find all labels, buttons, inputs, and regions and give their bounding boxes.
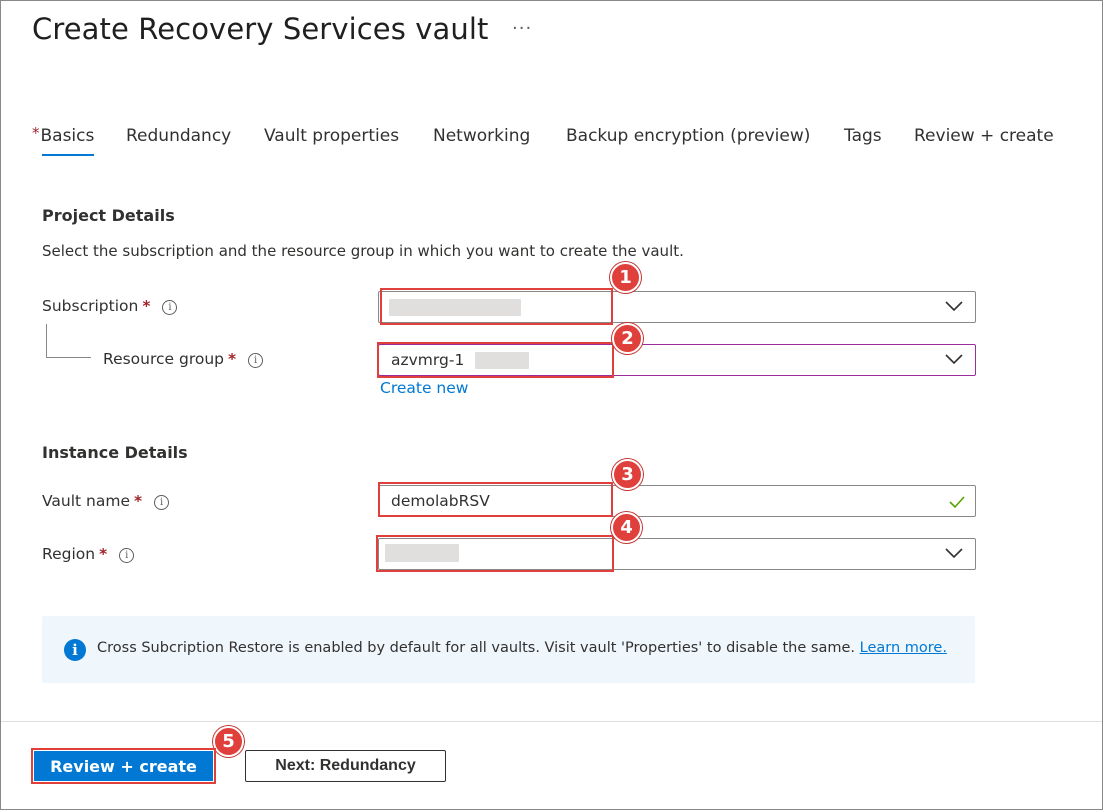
highlight-box-resource-group [377, 342, 614, 378]
step-badge-3: 3 [612, 459, 643, 490]
footer-divider [1, 721, 1102, 722]
info-icon[interactable]: i [119, 548, 135, 563]
subscription-label: Subscription * i [42, 297, 178, 316]
project-details-description: Select the subscription and the resource… [42, 242, 684, 260]
page-title: Create Recovery Services vault [32, 12, 489, 46]
info-icon[interactable]: i [162, 300, 178, 315]
info-icon[interactable]: i [248, 353, 264, 368]
chevron-down-icon [945, 301, 963, 312]
required-star: * [134, 492, 143, 510]
highlight-box-vault-name [378, 482, 613, 517]
step-badge-4: 4 [611, 512, 642, 543]
tab-review-create[interactable]: Review + create [914, 126, 1054, 146]
highlight-box-region [376, 535, 614, 572]
required-star: * [142, 297, 151, 315]
create-new-link[interactable]: Create new [380, 379, 468, 397]
info-banner-message: Cross Subcription Restore is enabled by … [97, 640, 947, 656]
project-details-heading: Project Details [42, 206, 175, 225]
tab-basics-label: Basics [40, 126, 95, 146]
chevron-down-icon [945, 354, 963, 365]
tab-vault-properties[interactable]: Vault properties [264, 126, 399, 146]
tree-connector-vertical [46, 324, 47, 358]
step-badge-5: 5 [213, 726, 244, 757]
info-circle-icon: i [64, 639, 86, 661]
active-tab-indicator [42, 154, 95, 156]
region-label-text: Region [42, 545, 96, 563]
required-star: * [99, 545, 108, 563]
step-badge-1: 1 [610, 262, 641, 293]
highlight-box-review-create [31, 748, 216, 784]
checkmark-icon [949, 496, 965, 509]
learn-more-link[interactable]: Learn more. [860, 640, 947, 656]
tab-networking[interactable]: Networking [433, 126, 530, 146]
vault-name-label: Vault name * i [42, 492, 170, 511]
more-options-icon[interactable]: ··· [512, 18, 532, 39]
required-marker: * [32, 124, 40, 142]
instance-details-heading: Instance Details [42, 443, 188, 462]
info-banner: i Cross Subcription Restore is enabled b… [42, 616, 975, 683]
resource-group-label: Resource group * i [103, 350, 264, 369]
step-badge-2: 2 [612, 323, 643, 354]
vault-name-label-text: Vault name [42, 492, 130, 510]
info-icon[interactable]: i [154, 495, 170, 510]
tree-connector-horizontal [46, 357, 91, 358]
resource-group-label-text: Resource group [103, 350, 225, 368]
highlight-box-subscription [380, 288, 613, 325]
window-frame [0, 0, 1103, 810]
info-banner-text: Cross Subcription Restore is enabled by … [97, 640, 856, 656]
next-redundancy-button[interactable]: Next: Redundancy [245, 750, 446, 782]
subscription-label-text: Subscription [42, 297, 139, 315]
chevron-down-icon [945, 548, 963, 559]
tab-basics[interactable]: *Basics [32, 124, 95, 156]
region-label: Region * i [42, 545, 135, 564]
tab-redundancy[interactable]: Redundancy [126, 126, 231, 146]
tab-backup-encryption[interactable]: Backup encryption (preview) [566, 126, 810, 146]
required-star: * [228, 350, 237, 368]
tab-tags[interactable]: Tags [844, 126, 882, 146]
